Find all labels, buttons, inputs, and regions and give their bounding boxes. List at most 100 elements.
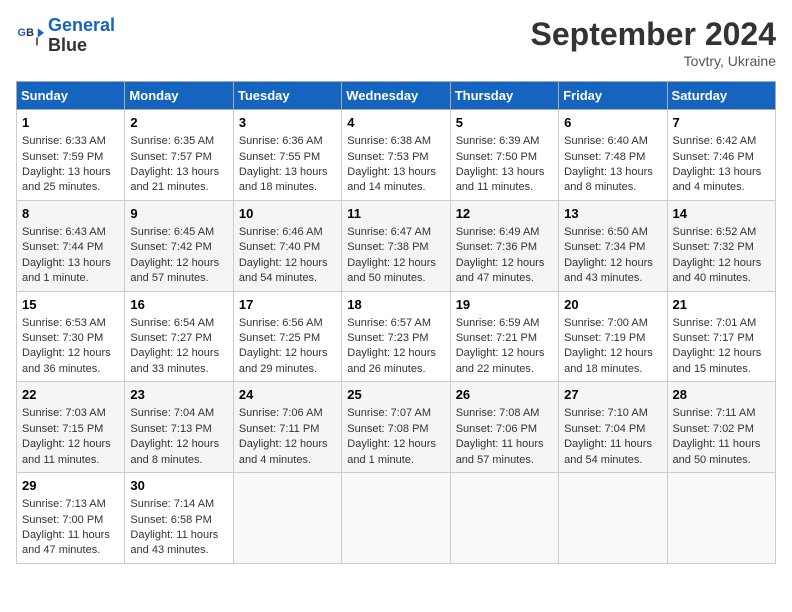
calendar-cell: 24Sunrise: 7:06 AM Sunset: 7:11 PM Dayli… xyxy=(233,382,341,473)
col-header-tuesday: Tuesday xyxy=(233,82,341,110)
col-header-friday: Friday xyxy=(559,82,667,110)
calendar-cell: 7 Sunrise: 6:42 AM Sunset: 7:46 PM Daylig… xyxy=(667,110,775,201)
calendar-cell: 10Sunrise: 6:46 AM Sunset: 7:40 PM Dayli… xyxy=(233,200,341,291)
col-header-saturday: Saturday xyxy=(667,82,775,110)
day-number: 21 xyxy=(673,296,770,314)
month-title: September 2024 xyxy=(531,16,776,53)
location-subtitle: Tovtry, Ukraine xyxy=(531,53,776,69)
calendar-cell xyxy=(233,473,341,564)
day-info: Sunrise: 6:50 AM Sunset: 7:34 PM Dayligh… xyxy=(564,226,653,284)
calendar-cell: 30 Sunrise: 7:14 AM Sunset: 6:58 PM Dayli… xyxy=(125,473,233,564)
day-number: 17 xyxy=(239,296,336,314)
calendar-cell: 5 Sunrise: 6:39 AM Sunset: 7:50 PM Daylig… xyxy=(450,110,558,201)
day-info: Sunrise: 7:13 AM Sunset: 7:00 PM Dayligh… xyxy=(22,498,110,556)
calendar-cell: 14Sunrise: 6:52 AM Sunset: 7:32 PM Dayli… xyxy=(667,200,775,291)
day-number: 18 xyxy=(347,296,444,314)
calendar-cell: 4 Sunrise: 6:38 AM Sunset: 7:53 PM Daylig… xyxy=(342,110,450,201)
day-info: Sunrise: 6:36 AM Sunset: 7:55 PM Dayligh… xyxy=(239,135,328,193)
day-number: 27 xyxy=(564,386,661,404)
logo-text: General Blue xyxy=(48,16,115,56)
calendar-cell: 26 Sunrise: 7:08 AM Sunset: 7:06 PM Dayli… xyxy=(450,382,558,473)
calendar-cell: 8 Sunrise: 6:43 AM Sunset: 7:44 PM Daylig… xyxy=(17,200,125,291)
col-header-monday: Monday xyxy=(125,82,233,110)
day-info: Sunrise: 6:49 AM Sunset: 7:36 PM Dayligh… xyxy=(456,226,545,284)
day-number: 5 xyxy=(456,114,553,132)
calendar-cell: 1 Sunrise: 6:33 AM Sunset: 7:59 PM Daylig… xyxy=(17,110,125,201)
day-info: Sunrise: 6:54 AM Sunset: 7:27 PM Dayligh… xyxy=(130,317,219,375)
calendar-cell xyxy=(450,473,558,564)
day-number: 19 xyxy=(456,296,553,314)
calendar-cell: 20Sunrise: 7:00 AM Sunset: 7:19 PM Dayli… xyxy=(559,291,667,382)
logo-icon: G B xyxy=(16,22,44,50)
day-number: 9 xyxy=(130,205,227,223)
day-info: Sunrise: 7:04 AM Sunset: 7:13 PM Dayligh… xyxy=(130,407,219,465)
day-number: 16 xyxy=(130,296,227,314)
day-number: 8 xyxy=(22,205,119,223)
day-number: 30 xyxy=(130,477,227,495)
day-info: Sunrise: 6:56 AM Sunset: 7:25 PM Dayligh… xyxy=(239,317,328,375)
calendar-cell: 21Sunrise: 7:01 AM Sunset: 7:17 PM Dayli… xyxy=(667,291,775,382)
calendar-cell: 12 Sunrise: 6:49 AM Sunset: 7:36 PM Dayli… xyxy=(450,200,558,291)
col-header-sunday: Sunday xyxy=(17,82,125,110)
day-info: Sunrise: 6:38 AM Sunset: 7:53 PM Dayligh… xyxy=(347,135,436,193)
day-info: Sunrise: 6:52 AM Sunset: 7:32 PM Dayligh… xyxy=(673,226,762,284)
day-info: Sunrise: 6:42 AM Sunset: 7:46 PM Dayligh… xyxy=(673,135,762,193)
day-info: Sunrise: 6:59 AM Sunset: 7:21 PM Dayligh… xyxy=(456,317,545,375)
day-number: 28 xyxy=(673,386,770,404)
day-info: Sunrise: 6:46 AM Sunset: 7:40 PM Dayligh… xyxy=(239,226,328,284)
day-info: Sunrise: 6:47 AM Sunset: 7:38 PM Dayligh… xyxy=(347,226,436,284)
calendar-cell: 19 Sunrise: 6:59 AM Sunset: 7:21 PM Dayli… xyxy=(450,291,558,382)
day-number: 25 xyxy=(347,386,444,404)
col-header-wednesday: Wednesday xyxy=(342,82,450,110)
calendar-cell xyxy=(667,473,775,564)
day-number: 2 xyxy=(130,114,227,132)
col-header-thursday: Thursday xyxy=(450,82,558,110)
day-number: 23 xyxy=(130,386,227,404)
day-info: Sunrise: 6:45 AM Sunset: 7:42 PM Dayligh… xyxy=(130,226,219,284)
day-number: 29 xyxy=(22,477,119,495)
calendar-cell: 29 Sunrise: 7:13 AM Sunset: 7:00 PM Dayli… xyxy=(17,473,125,564)
day-number: 20 xyxy=(564,296,661,314)
day-info: Sunrise: 7:10 AM Sunset: 7:04 PM Dayligh… xyxy=(564,407,652,465)
day-info: Sunrise: 6:57 AM Sunset: 7:23 PM Dayligh… xyxy=(347,317,436,375)
day-info: Sunrise: 7:14 AM Sunset: 6:58 PM Dayligh… xyxy=(130,498,218,556)
calendar-cell: 18 Sunrise: 6:57 AM Sunset: 7:23 PM Dayli… xyxy=(342,291,450,382)
calendar-cell: 9 Sunrise: 6:45 AM Sunset: 7:42 PM Daylig… xyxy=(125,200,233,291)
calendar-cell: 28 Sunrise: 7:11 AM Sunset: 7:02 PM Dayli… xyxy=(667,382,775,473)
day-info: Sunrise: 6:39 AM Sunset: 7:50 PM Dayligh… xyxy=(456,135,545,193)
day-info: Sunrise: 6:33 AM Sunset: 7:59 PM Dayligh… xyxy=(22,135,111,193)
calendar-cell: 25 Sunrise: 7:07 AM Sunset: 7:08 PM Dayli… xyxy=(342,382,450,473)
day-number: 11 xyxy=(347,205,444,223)
calendar-table: SundayMondayTuesdayWednesdayThursdayFrid… xyxy=(16,81,776,564)
calendar-cell: 3Sunrise: 6:36 AM Sunset: 7:55 PM Daylig… xyxy=(233,110,341,201)
day-number: 26 xyxy=(456,386,553,404)
day-number: 4 xyxy=(347,114,444,132)
day-info: Sunrise: 6:53 AM Sunset: 7:30 PM Dayligh… xyxy=(22,317,111,375)
page-header: G B General Blue September 2024 Tovtry, … xyxy=(16,16,776,69)
calendar-cell: 27 Sunrise: 7:10 AM Sunset: 7:04 PM Dayli… xyxy=(559,382,667,473)
day-info: Sunrise: 7:06 AM Sunset: 7:11 PM Dayligh… xyxy=(239,407,328,465)
calendar-cell: 13 Sunrise: 6:50 AM Sunset: 7:34 PM Dayli… xyxy=(559,200,667,291)
calendar-cell: 23 Sunrise: 7:04 AM Sunset: 7:13 PM Dayli… xyxy=(125,382,233,473)
day-number: 22 xyxy=(22,386,119,404)
calendar-cell xyxy=(559,473,667,564)
day-number: 1 xyxy=(22,114,119,132)
day-number: 7 xyxy=(673,114,770,132)
day-info: Sunrise: 6:40 AM Sunset: 7:48 PM Dayligh… xyxy=(564,135,653,193)
day-number: 12 xyxy=(456,205,553,223)
svg-text:B: B xyxy=(26,27,34,39)
calendar-cell: 15 Sunrise: 6:53 AM Sunset: 7:30 PM Dayli… xyxy=(17,291,125,382)
calendar-cell: 11 Sunrise: 6:47 AM Sunset: 7:38 PM Dayli… xyxy=(342,200,450,291)
day-info: Sunrise: 7:11 AM Sunset: 7:02 PM Dayligh… xyxy=(673,407,761,465)
day-number: 13 xyxy=(564,205,661,223)
day-info: Sunrise: 7:03 AM Sunset: 7:15 PM Dayligh… xyxy=(22,407,111,465)
day-info: Sunrise: 6:43 AM Sunset: 7:44 PM Dayligh… xyxy=(22,226,111,284)
calendar-cell: 6Sunrise: 6:40 AM Sunset: 7:48 PM Daylig… xyxy=(559,110,667,201)
day-info: Sunrise: 6:35 AM Sunset: 7:57 PM Dayligh… xyxy=(130,135,219,193)
day-number: 15 xyxy=(22,296,119,314)
day-info: Sunrise: 7:08 AM Sunset: 7:06 PM Dayligh… xyxy=(456,407,544,465)
calendar-cell: 2 Sunrise: 6:35 AM Sunset: 7:57 PM Daylig… xyxy=(125,110,233,201)
logo: G B General Blue xyxy=(16,16,115,56)
calendar-cell: 17 Sunrise: 6:56 AM Sunset: 7:25 PM Dayli… xyxy=(233,291,341,382)
day-info: Sunrise: 7:07 AM Sunset: 7:08 PM Dayligh… xyxy=(347,407,436,465)
